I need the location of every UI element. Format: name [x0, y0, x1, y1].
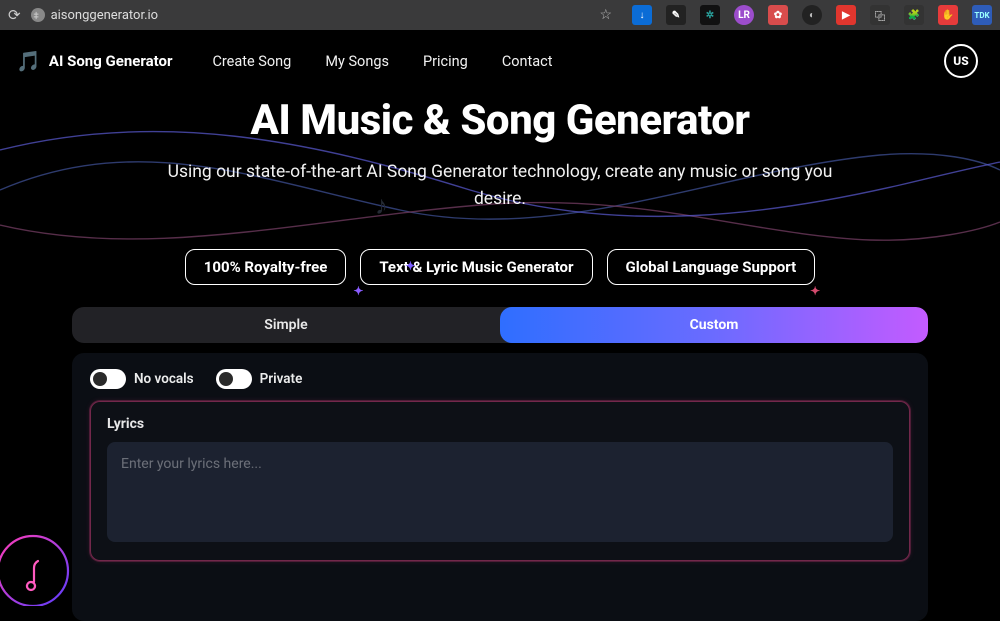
url-text: aisonggenerator.io [51, 8, 159, 23]
extension-icon[interactable]: ◐ [802, 5, 822, 25]
generator-panel: Simple Custom No vocals Private Lyrics [0, 307, 1000, 621]
url-bar[interactable]: aisonggenerator.io [31, 8, 159, 23]
extension-icon[interactable]: LR [734, 5, 754, 25]
extension-icon[interactable]: ✋ [938, 5, 958, 25]
lyrics-input[interactable] [107, 442, 893, 542]
lyrics-section: Lyrics [90, 401, 910, 561]
page-subtitle: Using our state-of-the-art AI Song Gener… [140, 159, 860, 213]
page-title: AI Music & Song Generator [40, 96, 960, 145]
extension-icon[interactable]: 🧩 [904, 5, 924, 25]
feature-text-lyric-generator: Text & Lyric Music Generator ✦ ✦ [360, 249, 592, 285]
extension-icon[interactable]: ✲ [700, 5, 720, 25]
custom-panel: No vocals Private Lyrics [72, 353, 928, 621]
private-label: Private [260, 371, 303, 387]
toggle-private: Private [216, 369, 303, 389]
toggle-row: No vocals Private [90, 369, 910, 389]
extension-icon[interactable]: ⿻ [870, 5, 890, 25]
lyrics-label: Lyrics [107, 416, 893, 432]
nav-my-songs[interactable]: My Songs [325, 53, 389, 70]
browser-chrome: ⟳ aisonggenerator.io ☆ ↓ ✎ ✲ LR ✿ ◐ ▶ ⿻ … [0, 0, 1000, 30]
no-vocals-label: No vocals [134, 371, 194, 387]
music-note-icon: 🎵 [16, 49, 41, 73]
tab-custom[interactable]: Custom [500, 307, 928, 343]
extension-icon[interactable]: ✎ [666, 5, 686, 25]
sparkle-icon: ✦ [353, 284, 363, 298]
toggle-no-vocals: No vocals [90, 369, 194, 389]
nav-pricing[interactable]: Pricing [423, 53, 468, 70]
tab-simple[interactable]: Simple [72, 307, 500, 343]
bookmark-star-icon[interactable]: ☆ [599, 7, 612, 23]
private-switch[interactable] [216, 369, 252, 389]
no-vocals-switch[interactable] [90, 369, 126, 389]
mode-tabs: Simple Custom [72, 307, 928, 343]
extension-icon[interactable]: ✿ [768, 5, 788, 25]
site-header: 🎵 AI Song Generator Create Song My Songs… [0, 30, 1000, 88]
sparkle-icon: ✦ [810, 284, 820, 298]
feature-pills: 100% Royalty-free Text & Lyric Music Gen… [0, 249, 1000, 285]
extension-icon[interactable]: TDK [972, 5, 992, 25]
site-settings-icon[interactable] [31, 8, 45, 22]
feature-global-language: Global Language Support ✦ [607, 249, 816, 285]
brand-logo[interactable]: 🎵 AI Song Generator [16, 49, 172, 73]
reload-icon[interactable]: ⟳ [8, 6, 21, 24]
user-avatar[interactable]: US [944, 44, 978, 78]
brand-name: AI Song Generator [49, 52, 173, 70]
nav-create-song[interactable]: Create Song [212, 53, 291, 70]
hero-section: AI Music & Song Generator Using our stat… [0, 88, 1000, 221]
extension-icon[interactable]: ↓ [632, 5, 652, 25]
extension-icon[interactable]: ▶ [836, 5, 856, 25]
feature-royalty-free: 100% Royalty-free [185, 249, 347, 285]
nav-contact[interactable]: Contact [502, 53, 553, 70]
